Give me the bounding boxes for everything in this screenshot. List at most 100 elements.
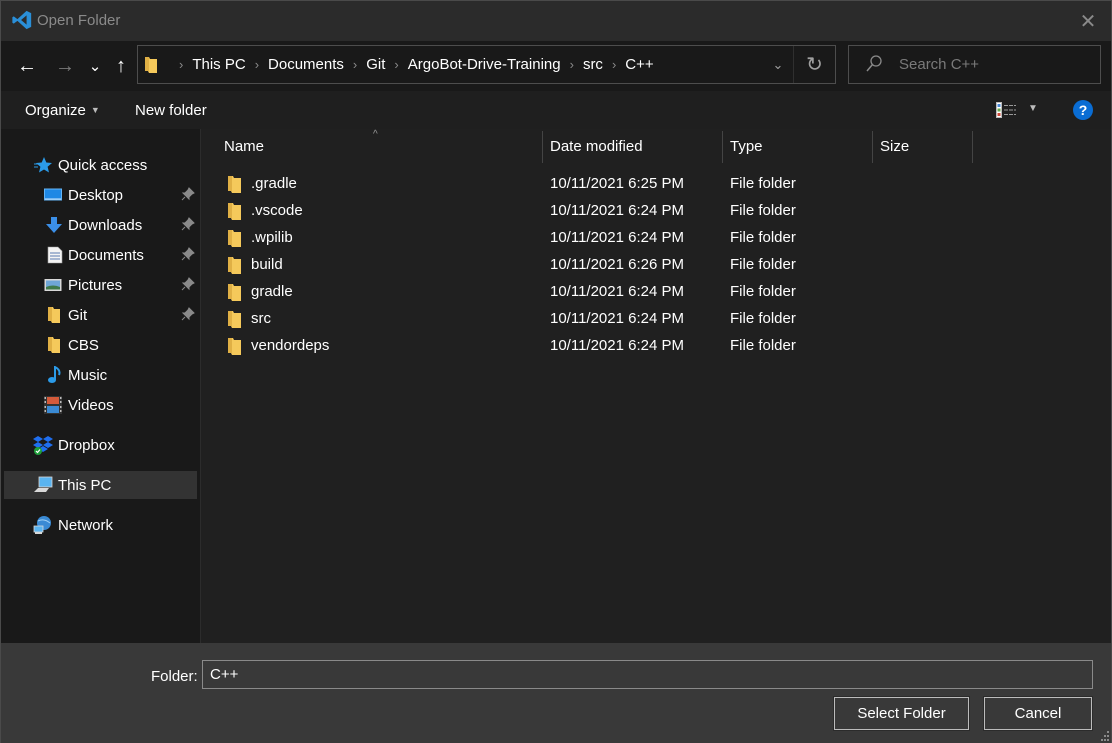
breadcrumb-separator[interactable]: ›	[394, 57, 398, 72]
forward-button[interactable]: →	[53, 53, 77, 79]
details-view-icon[interactable]	[996, 102, 1018, 118]
search-input[interactable]: Search C++	[899, 56, 979, 73]
file-type: File folder	[730, 202, 796, 219]
file-date-modified: 10/11/2021 6:24 PM	[550, 202, 684, 219]
sidebar-label: Quick access	[58, 156, 148, 174]
navigation-pane: Quick access Desktop Downloads Documents…	[1, 129, 201, 643]
file-row[interactable]: build 10/11/2021 6:26 PM File folder	[221, 252, 981, 279]
sidebar-item-network[interactable]: Network	[4, 511, 197, 539]
new-folder-button[interactable]: New folder	[135, 102, 207, 119]
sidebar-item-desktop[interactable]: Desktop	[4, 181, 197, 209]
sidebar-item-music[interactable]: Music	[4, 361, 197, 389]
pin-icon[interactable]	[181, 307, 195, 321]
breadcrumb-src[interactable]: src	[583, 56, 603, 73]
view-options-caret-icon[interactable]: ▼	[1028, 103, 1038, 114]
sidebar-label: CBS	[68, 336, 99, 354]
address-bar[interactable]: › This PC › Documents › Git › ArgoBot-Dr…	[137, 45, 836, 84]
back-button[interactable]: ←	[15, 53, 39, 79]
sidebar-item-quick-access[interactable]: Quick access	[4, 151, 197, 179]
file-date-modified: 10/11/2021 6:24 PM	[550, 310, 684, 327]
breadcrumb-documents[interactable]: Documents	[268, 56, 344, 73]
breadcrumb-separator[interactable]: ›	[612, 57, 616, 72]
breadcrumb-cpp[interactable]: C++	[625, 56, 653, 73]
sidebar-label: Music	[68, 366, 108, 384]
column-divider[interactable]	[972, 131, 973, 163]
file-row[interactable]: src 10/11/2021 6:24 PM File folder	[221, 306, 981, 333]
sidebar-label: Downloads	[68, 216, 143, 234]
breadcrumb-separator[interactable]: ›	[570, 57, 574, 72]
file-row[interactable]: .vscode 10/11/2021 6:24 PM File folder	[221, 198, 981, 225]
column-divider[interactable]	[872, 131, 873, 163]
refresh-icon: ↻	[806, 54, 823, 76]
folder-icon	[228, 176, 241, 193]
folder-icon	[48, 337, 60, 353]
column-header-type[interactable]: Type	[730, 129, 763, 163]
pin-icon[interactable]	[181, 187, 195, 201]
document-icon	[47, 246, 63, 264]
window-title: Open Folder	[37, 12, 121, 29]
sidebar-item-this-pc[interactable]: This PC	[4, 471, 197, 499]
file-list: ^ Name Date modified Type Size .gradle 10…	[201, 129, 1111, 643]
folder-icon	[48, 307, 60, 323]
search-box[interactable]: Search C++	[848, 45, 1101, 84]
folder-icon	[228, 230, 241, 247]
file-name: .vscode	[251, 202, 303, 219]
caret-down-icon: ▼	[90, 105, 100, 115]
sidebar-item-dropbox[interactable]: Dropbox	[4, 431, 197, 459]
sidebar-label: Git	[68, 306, 88, 324]
breadcrumb-separator[interactable]: ›	[255, 57, 259, 72]
breadcrumb-this-pc[interactable]: This PC	[192, 56, 245, 73]
back-arrow-icon: ←	[17, 54, 37, 77]
file-name: .wpilib	[251, 229, 293, 246]
help-button[interactable]: ?	[1073, 100, 1093, 120]
pin-icon[interactable]	[181, 277, 195, 291]
sort-ascending-icon: ^	[373, 129, 378, 140]
sidebar-item-documents[interactable]: Documents	[4, 241, 197, 269]
pin-icon[interactable]	[181, 247, 195, 261]
folder-name-input[interactable]	[202, 660, 1093, 689]
title-bar: Open Folder ✕	[1, 1, 1111, 41]
column-header-size[interactable]: Size	[880, 129, 909, 163]
sidebar-label: This PC	[58, 476, 112, 494]
file-date-modified: 10/11/2021 6:26 PM	[550, 256, 684, 273]
column-divider[interactable]	[542, 131, 543, 163]
file-row[interactable]: .gradle 10/11/2021 6:25 PM File folder	[221, 171, 981, 198]
sidebar-label: Documents	[68, 246, 144, 264]
download-arrow-icon	[46, 217, 62, 233]
file-row[interactable]: gradle 10/11/2021 6:24 PM File folder	[221, 279, 981, 306]
sidebar-item-videos[interactable]: Videos	[4, 391, 197, 419]
breadcrumb-git[interactable]: Git	[366, 56, 385, 73]
select-folder-button[interactable]: Select Folder	[833, 696, 970, 731]
file-row[interactable]: .wpilib 10/11/2021 6:24 PM File folder	[221, 225, 981, 252]
pin-icon[interactable]	[181, 217, 195, 231]
folder-icon	[228, 257, 241, 274]
file-type: File folder	[730, 310, 796, 327]
address-history-button[interactable]: ⌄	[763, 46, 793, 83]
sidebar-item-cbs[interactable]: CBS	[4, 331, 197, 359]
sidebar-item-pictures[interactable]: Pictures	[4, 271, 197, 299]
organize-label: Organize	[25, 102, 86, 119]
column-divider[interactable]	[722, 131, 723, 163]
cancel-button[interactable]: Cancel	[983, 696, 1093, 731]
file-row[interactable]: vendordeps 10/11/2021 6:24 PM File folder	[221, 333, 981, 360]
search-icon	[866, 55, 882, 72]
file-type: File folder	[730, 337, 796, 354]
sidebar-label: Dropbox	[58, 436, 115, 454]
breadcrumb-separator[interactable]: ›	[353, 57, 357, 72]
sidebar-item-downloads[interactable]: Downloads	[4, 211, 197, 239]
sidebar-item-git[interactable]: Git	[4, 301, 197, 329]
close-button[interactable]: ✕	[1065, 1, 1111, 41]
forward-arrow-icon: →	[55, 54, 75, 77]
star-icon	[34, 157, 52, 173]
breadcrumb-argobot-drive-training[interactable]: ArgoBot-Drive-Training	[408, 56, 561, 73]
file-name: gradle	[251, 283, 293, 300]
folder-icon	[228, 203, 241, 220]
recent-locations-button[interactable]: ⌄	[87, 53, 103, 79]
resize-grip-icon[interactable]	[1101, 731, 1109, 741]
organize-button[interactable]: Organize ▼	[25, 102, 100, 119]
refresh-button[interactable]: ↻	[793, 46, 835, 83]
column-header-name[interactable]: Name	[224, 129, 264, 163]
up-button[interactable]: ↑	[111, 53, 131, 79]
sidebar-label: Pictures	[68, 276, 123, 294]
column-header-date-modified[interactable]: Date modified	[550, 129, 643, 163]
